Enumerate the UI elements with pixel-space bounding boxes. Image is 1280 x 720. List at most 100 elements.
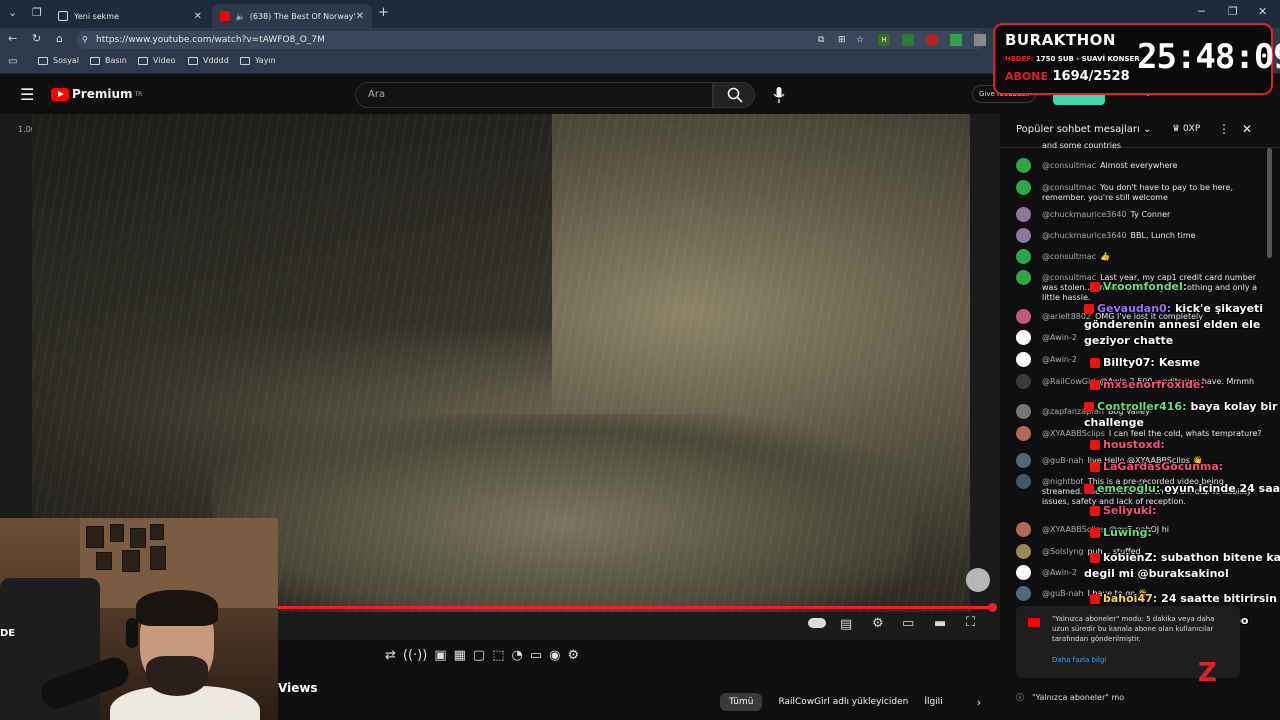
- chat-author[interactable]: @XYAABBSclips: [1042, 429, 1105, 438]
- chat-author[interactable]: @guB-nah: [1042, 589, 1084, 598]
- chat-author[interactable]: @consultmac: [1042, 161, 1096, 170]
- new-tab-plus-icon[interactable]: +: [378, 5, 389, 20]
- wall-frame: [150, 546, 166, 570]
- points-badge[interactable]: ♛ 0XP: [1172, 124, 1200, 134]
- loop-icon[interactable]: ⇄: [385, 648, 396, 668]
- avatar[interactable]: [1016, 180, 1031, 195]
- avatar[interactable]: [1016, 426, 1031, 441]
- learn-more-link[interactable]: Daha fazla bilgi: [1052, 656, 1106, 664]
- avatar[interactable]: [1016, 453, 1031, 468]
- camera-icon[interactable]: ◉: [549, 648, 560, 668]
- home-icon[interactable]: ⌂: [56, 32, 63, 45]
- extension-icon[interactable]: [974, 34, 986, 46]
- site-info-icon[interactable]: ⚲: [82, 31, 88, 49]
- tab-new-tab[interactable]: Yeni sekme ✕: [50, 4, 210, 28]
- caption-icon[interactable]: ▭: [530, 648, 542, 668]
- chat-author[interactable]: @Awin-2: [1042, 333, 1077, 342]
- avatar[interactable]: [1016, 249, 1031, 264]
- chips-next-icon[interactable]: ›: [977, 696, 981, 709]
- reading-list-icon[interactable]: ▭: [8, 56, 17, 67]
- close-chat-icon[interactable]: ✕: [1242, 122, 1252, 136]
- chat-author[interactable]: @consultmac: [1042, 252, 1096, 261]
- avatar[interactable]: [1016, 522, 1031, 537]
- avatar[interactable]: [1016, 544, 1031, 559]
- progress-bar[interactable]: [278, 606, 995, 609]
- bookmark-folder[interactable]: Yayın: [240, 56, 276, 65]
- chip-uploader[interactable]: RailCowGirl adlı yükleyiciden: [778, 697, 908, 707]
- speaker-icon[interactable]: 🔈: [236, 12, 246, 21]
- close-window-icon[interactable]: ✕: [1258, 5, 1267, 18]
- chat-author[interactable]: @chuckmaurice3640: [1042, 231, 1127, 240]
- bookmark-folder[interactable]: Sosyal: [38, 56, 79, 65]
- chat-author[interactable]: @consultmac: [1042, 273, 1096, 282]
- minimize-icon[interactable]: ─: [1198, 5, 1205, 18]
- chat-author[interactable]: @Solslyng: [1042, 547, 1083, 556]
- autoplay-toggle[interactable]: [808, 618, 826, 628]
- chat-scrollbar[interactable]: [1267, 148, 1272, 258]
- bookmark-folder[interactable]: Vdddd: [188, 56, 229, 65]
- speed-gauge-icon[interactable]: ◔: [512, 648, 523, 668]
- workspaces-icon[interactable]: ❐: [32, 6, 42, 19]
- avatar[interactable]: [1016, 404, 1031, 419]
- avatar[interactable]: [1016, 374, 1031, 389]
- avatar[interactable]: [1016, 158, 1031, 173]
- maximize-icon[interactable]: ❐: [1228, 5, 1238, 18]
- extension-icon[interactable]: [926, 34, 938, 46]
- bookmark-folder[interactable]: Video: [138, 56, 175, 65]
- avatar[interactable]: [1016, 270, 1031, 285]
- theater-mode-icon[interactable]: ▬: [934, 616, 946, 631]
- apps-icon[interactable]: ⊞: [838, 31, 846, 49]
- avatar[interactable]: [1016, 586, 1031, 601]
- extension-icon[interactable]: H: [878, 34, 890, 46]
- fullscreen-icon[interactable]: ⛶: [966, 615, 975, 630]
- chat-author[interactable]: @chuckmaurice3640: [1042, 210, 1127, 219]
- chat-author[interactable]: @RailCowGirl: [1042, 377, 1096, 386]
- streamer-hair: [136, 590, 218, 626]
- more-vert-icon[interactable]: ⋮: [1218, 122, 1230, 136]
- bookmark-star-icon[interactable]: ☆: [856, 31, 864, 49]
- chat-author[interactable]: @Awin-2: [1042, 355, 1077, 364]
- back-icon[interactable]: ←: [8, 32, 17, 45]
- chip-all[interactable]: Tümü: [720, 693, 763, 711]
- avatar[interactable]: [1016, 474, 1031, 489]
- picture-in-picture-icon[interactable]: ▢: [473, 648, 485, 668]
- chat-author[interactable]: @Awin-2: [1042, 568, 1077, 577]
- close-tab-icon[interactable]: ✕: [356, 11, 364, 22]
- hamburger-menu-icon[interactable]: ☰: [20, 85, 34, 104]
- chip-related[interactable]: İlgili: [924, 697, 942, 707]
- reload-icon[interactable]: ↻: [32, 32, 41, 45]
- chat-author[interactable]: @consultmac: [1042, 183, 1096, 192]
- film-icon[interactable]: ▦: [454, 648, 466, 668]
- microphone-icon[interactable]: [773, 87, 785, 103]
- miniplayer-icon[interactable]: ▭: [902, 616, 914, 631]
- tab-youtube[interactable]: 🔈 (638) The Best Of Norway's R ✕: [212, 4, 372, 28]
- audio-icon[interactable]: ((·)): [403, 648, 427, 668]
- subtitles-icon[interactable]: ▤: [840, 617, 852, 632]
- avatar[interactable]: [1016, 330, 1031, 345]
- settings-gear-icon[interactable]: ⚙: [872, 616, 884, 631]
- youtube-logo[interactable]: Premium TR: [51, 87, 142, 101]
- avatar[interactable]: [1016, 207, 1031, 222]
- info-icon[interactable]: ⓘ: [1016, 693, 1024, 702]
- crop-icon[interactable]: ⬚: [492, 648, 504, 668]
- avatar[interactable]: [1016, 228, 1031, 243]
- address-bar[interactable]: ⚲ https://www.youtube.com/watch?v=tAWFO8…: [76, 31, 986, 49]
- chat-author[interactable]: @guB-nah: [1042, 456, 1084, 465]
- chat-author[interactable]: @nightbot: [1042, 477, 1084, 486]
- progress-scrubber[interactable]: [988, 603, 997, 612]
- extension-icon[interactable]: [902, 34, 914, 46]
- search-input[interactable]: Ara: [355, 82, 713, 108]
- translate-icon[interactable]: ⧉: [818, 31, 824, 49]
- bookmark-folder[interactable]: Basın: [90, 56, 127, 65]
- extension-icon[interactable]: [950, 34, 962, 46]
- settings-gear-icon[interactable]: ⚙: [568, 648, 580, 668]
- avatar[interactable]: [1016, 565, 1031, 580]
- screenshot-icon[interactable]: ▣: [434, 648, 446, 668]
- chat-mode-dropdown[interactable]: Popüler sohbet mesajları ⌄: [1016, 124, 1151, 135]
- tab-menu-chevron-icon[interactable]: ⌄: [8, 6, 17, 19]
- close-tab-icon[interactable]: ✕: [194, 11, 202, 22]
- search-button[interactable]: [713, 82, 755, 108]
- overlay-chat-name: Vroomfondel:: [1103, 280, 1188, 293]
- avatar[interactable]: [1016, 309, 1031, 324]
- avatar[interactable]: [1016, 352, 1031, 367]
